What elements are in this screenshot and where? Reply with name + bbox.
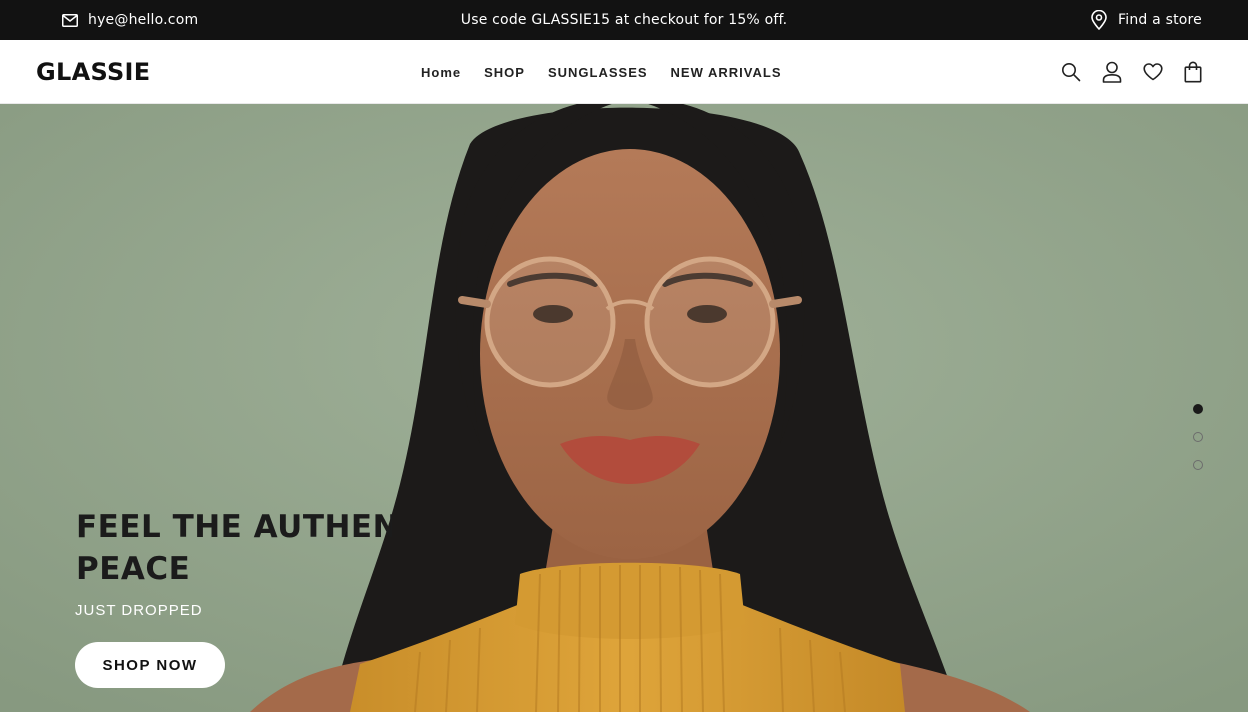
slide-dot-2[interactable] <box>1193 432 1203 442</box>
email-contact[interactable]: hye@hello.com <box>62 0 198 40</box>
header-icons <box>1061 40 1202 104</box>
hero-subtitle: JUST DROPPED <box>75 602 203 619</box>
email-text: hye@hello.com <box>88 12 199 28</box>
announcement-bar: hye@hello.com Use code GLASSIE15 at chec… <box>0 0 1248 40</box>
main-nav: Home SHOP SUNGLASSES NEW ARRIVALS <box>421 40 782 104</box>
account-icon[interactable] <box>1102 61 1122 83</box>
nav-item-new-arrivals[interactable]: NEW ARRIVALS <box>671 65 782 80</box>
hero-portrait-image <box>0 104 1248 712</box>
shopping-bag-icon[interactable] <box>1184 61 1202 83</box>
nav-item-shop[interactable]: SHOP <box>484 65 525 80</box>
wishlist-heart-icon[interactable] <box>1143 63 1163 81</box>
slide-dot-3[interactable] <box>1193 460 1203 470</box>
hero-banner: FEEL THE AUTHENTIC PEACE JUST DROPPED SH… <box>0 104 1248 712</box>
slider-pagination <box>1193 404 1203 470</box>
shop-now-button[interactable]: SHOP NOW <box>75 642 225 688</box>
location-pin-icon <box>1091 10 1107 30</box>
find-store-text: Find a store <box>1118 12 1202 28</box>
nav-item-home[interactable]: Home <box>421 65 461 80</box>
slide-dot-1[interactable] <box>1193 404 1203 414</box>
promo-text: Use code GLASSIE15 at checkout for 15% o… <box>460 12 788 28</box>
mail-icon <box>62 13 78 27</box>
find-store-link[interactable]: Find a store <box>1091 0 1202 40</box>
hero-headline: FEEL THE AUTHENTIC PEACE <box>76 506 392 590</box>
search-icon[interactable] <box>1061 62 1081 82</box>
nav-item-sunglasses[interactable]: SUNGLASSES <box>548 65 648 80</box>
hero-headline-line1: FEEL THE AUTHENTIC <box>76 509 392 545</box>
brand-logo[interactable]: GLASSIE <box>36 40 150 104</box>
site-header: GLASSIE Home SHOP SUNGLASSES NEW ARRIVAL… <box>0 40 1248 104</box>
hero-headline-line2: PEACE <box>76 551 191 587</box>
